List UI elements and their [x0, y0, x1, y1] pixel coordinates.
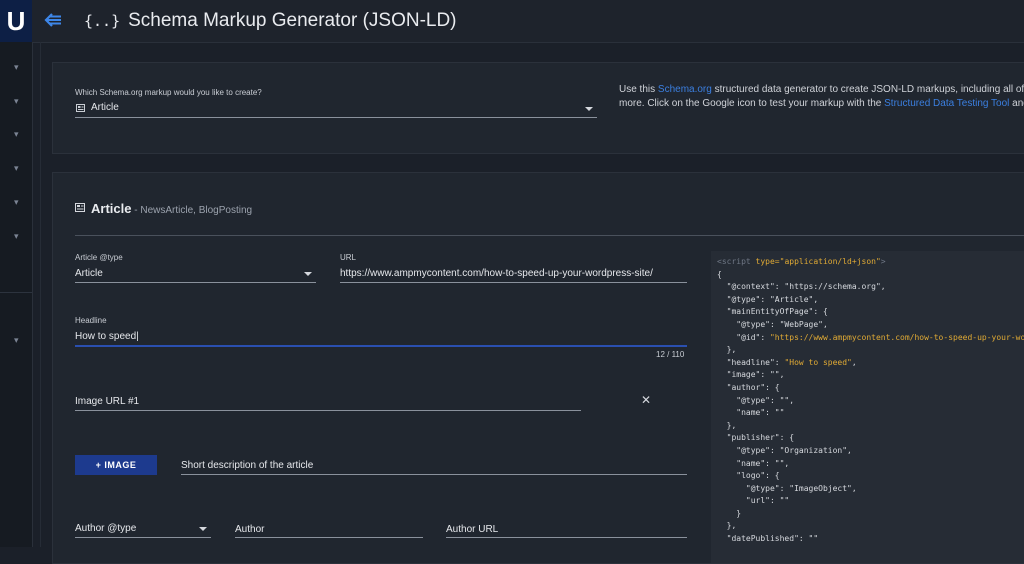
headline-label: Headline — [75, 316, 107, 325]
page-title: {..} Schema Markup Generator (JSON-LD) — [84, 0, 457, 42]
chevron-down-icon[interactable]: ▾ — [14, 96, 19, 107]
headline-char-counter: 12 / 110 — [656, 350, 685, 359]
url-input[interactable]: https://www.ampmycontent.com/how-to-spee… — [340, 268, 653, 279]
article-form-card: Article - NewsArticle, BlogPosting Artic… — [52, 172, 1024, 564]
code-line: "logo": { — [736, 471, 780, 481]
code-line: "@context": "https://schema.org", — [726, 282, 886, 292]
code-line: { — [717, 269, 722, 279]
chevron-down-icon[interactable] — [585, 107, 593, 111]
schema-type-select[interactable]: Article — [91, 102, 119, 113]
code-line: "url": "" — [745, 496, 790, 506]
short-description-underline — [181, 474, 687, 475]
chevron-down-icon[interactable] — [304, 272, 312, 276]
code-line: "image": "", — [726, 370, 785, 380]
image-url-underline — [75, 410, 581, 411]
image-url-input[interactable]: Image URL #1 — [75, 396, 139, 407]
chevron-down-icon[interactable]: ▾ — [14, 163, 19, 174]
code-line: "datePublished": "" — [726, 534, 819, 544]
section-subtitle: - NewsArticle, BlogPosting — [131, 205, 253, 216]
code-line: "name": "" — [736, 408, 785, 418]
section-title: Article - NewsArticle, BlogPosting — [91, 201, 253, 216]
section-divider — [75, 235, 1024, 236]
code-line: "author": { — [726, 382, 780, 392]
url-underline — [340, 282, 687, 283]
code-line: } — [736, 508, 742, 518]
top-bar: {..} Schema Markup Generator (JSON-LD) — [32, 0, 1024, 43]
page-title-text: Schema Markup Generator (JSON-LD) — [128, 10, 457, 31]
author-underline — [235, 537, 423, 538]
author-type-underline — [75, 537, 211, 538]
close-icon[interactable]: ✕ — [641, 393, 651, 407]
collapse-menu-icon[interactable] — [44, 10, 62, 30]
code-line: }, — [726, 521, 737, 531]
json-braces-icon: {..} — [84, 12, 121, 30]
author-url-underline — [446, 537, 687, 538]
headline-underline-focused — [75, 345, 687, 347]
code-line: "@type": "WebPage", — [736, 319, 828, 329]
content-divider — [40, 42, 41, 547]
author-input[interactable]: Author — [235, 524, 264, 535]
short-description-input[interactable]: Short description of the article — [181, 460, 313, 471]
code-line: "name": "", — [736, 458, 790, 468]
schema-selector-card: Which Schema.org markup would you like t… — [52, 62, 1024, 154]
headline-input[interactable]: How to speed| — [75, 331, 139, 342]
chevron-down-icon[interactable]: ▾ — [14, 129, 19, 140]
article-icon — [75, 203, 85, 212]
generator-description: Use this Schema.org structured data gene… — [619, 84, 1024, 109]
author-type-select[interactable]: Author @type — [75, 523, 136, 534]
schema-org-link[interactable]: Schema.org — [658, 84, 712, 95]
article-type-underline — [75, 282, 316, 283]
code-line: "@type": "Article", — [726, 294, 819, 304]
code-line: "@type": "ImageObject", — [745, 483, 857, 493]
code-line: }, — [726, 345, 737, 355]
testing-tool-link[interactable]: Structured Data Testing Tool — [884, 98, 1009, 109]
chevron-down-icon[interactable]: ▾ — [14, 62, 19, 73]
add-image-button[interactable]: + IMAGE — [75, 455, 157, 475]
author-url-input[interactable]: Author URL — [446, 524, 498, 535]
select-underline — [75, 117, 597, 118]
url-label: URL — [340, 253, 357, 262]
article-type-select[interactable]: Article — [75, 268, 103, 279]
json-ld-code: <script type="application/ld+json"> { "@… — [717, 257, 1024, 544]
chevron-down-icon[interactable]: ▾ — [14, 231, 19, 242]
chevron-down-icon[interactable] — [199, 527, 207, 531]
article-type-label: Article @type — [75, 253, 123, 262]
code-line: "publisher": { — [726, 433, 795, 443]
code-line: "mainEntityOfPage": { — [726, 307, 828, 317]
json-ld-code-panel[interactable]: <script type="application/ld+json"> { "@… — [711, 251, 1024, 563]
chevron-down-icon[interactable]: ▾ — [14, 335, 19, 346]
sidebar-divider — [0, 292, 32, 293]
code-line: "@type": "Organization", — [736, 445, 852, 455]
chevron-down-icon[interactable]: ▾ — [14, 197, 19, 208]
article-icon — [76, 104, 85, 112]
schema-type-label: Which Schema.org markup would you like t… — [75, 88, 262, 97]
app-logo[interactable]: U — [0, 0, 32, 42]
code-line: }, — [726, 420, 737, 430]
code-line: "@type": "", — [736, 395, 795, 405]
sidebar: U ▾ ▾ ▾ ▾ ▾ ▾ ▾ — [0, 0, 33, 547]
